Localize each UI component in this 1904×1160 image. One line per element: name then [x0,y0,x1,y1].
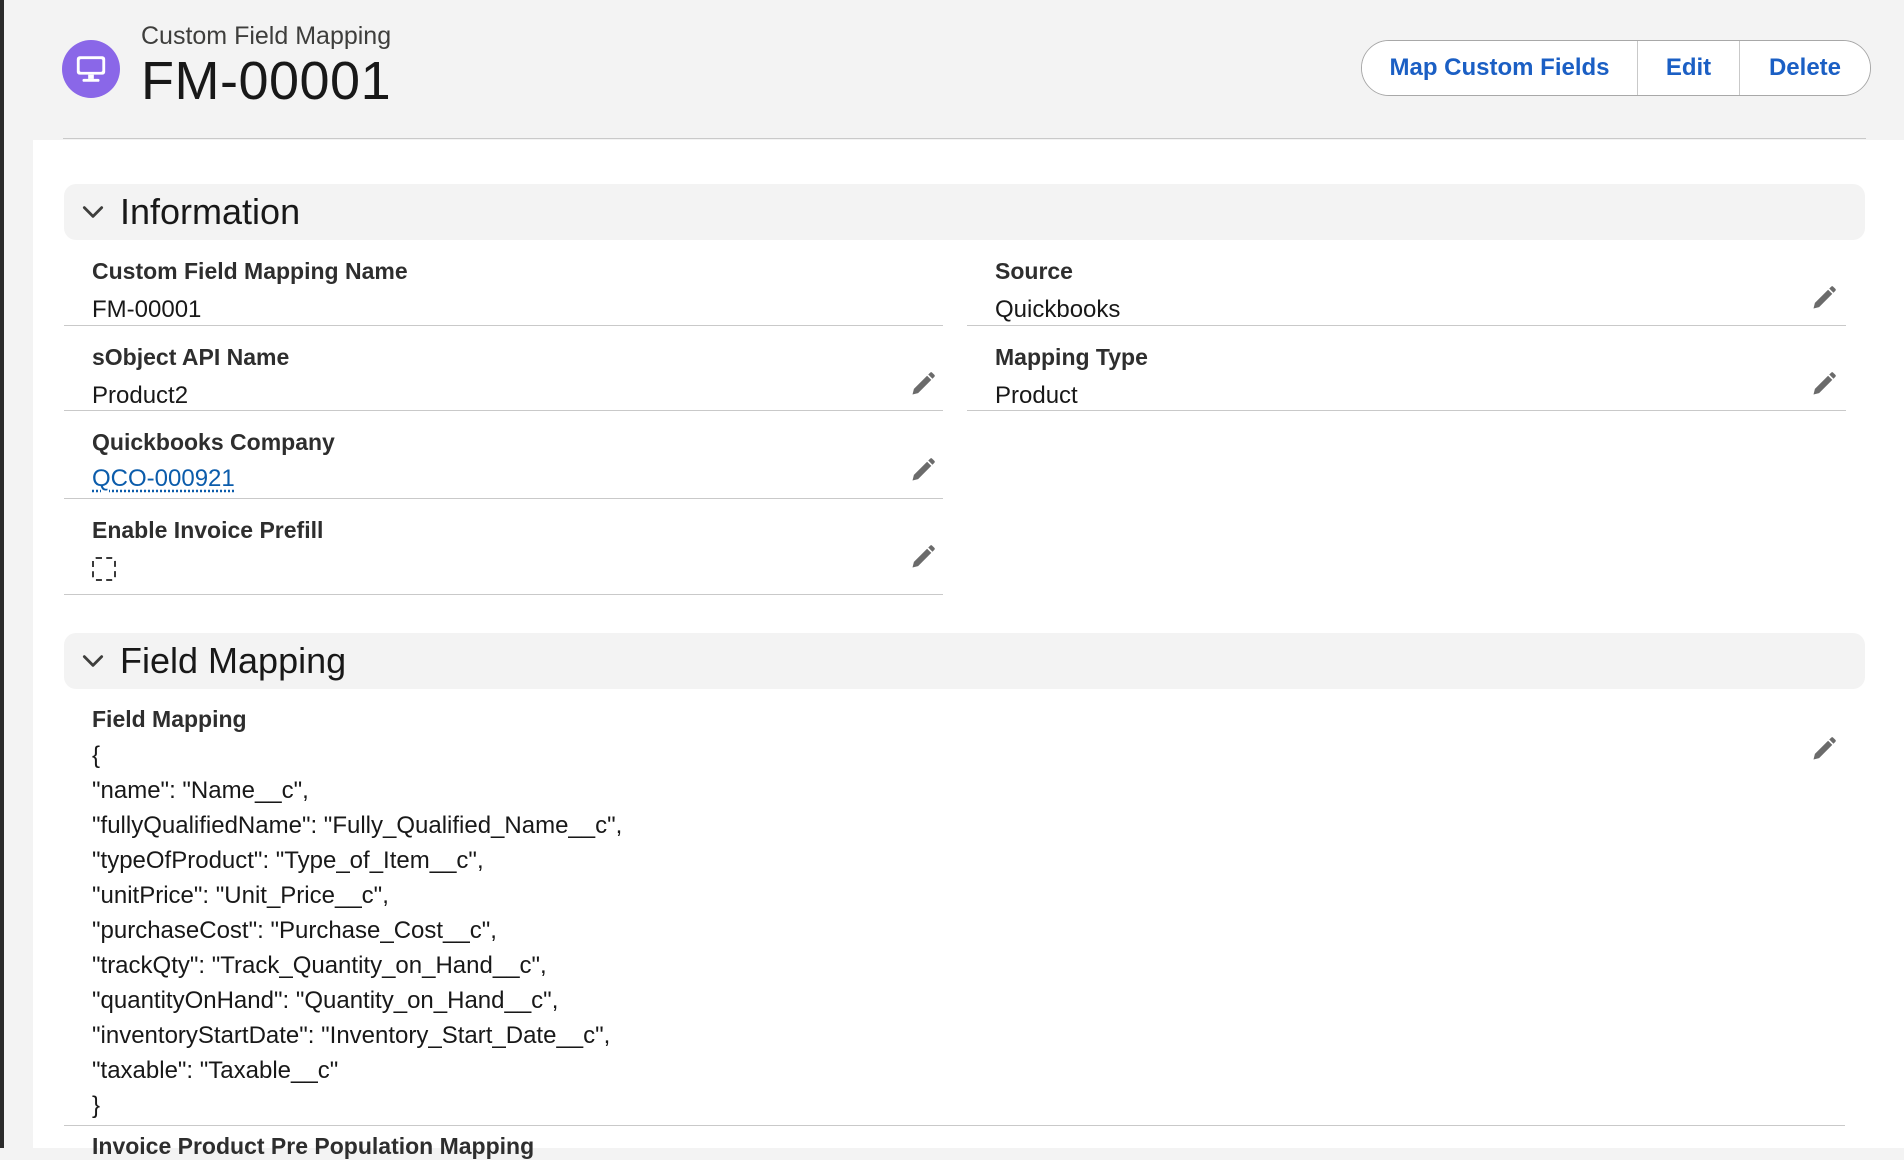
section-header-information[interactable]: Information [64,184,1865,240]
json-line: "name": "Name__c", [92,777,309,804]
field-label: Mapping Type [995,344,1148,370]
json-line: "quantityOnHand": "Quantity_on_Hand__c", [92,987,559,1014]
page-title: FM-00001 [141,51,392,111]
field-mapping-json: { "name": "Name__c", "fullyQualifiedName":… [92,738,622,1123]
json-line: "taxable": "Taxable__c" [92,1057,339,1084]
field-label: sObject API Name [92,344,290,370]
chevron-down-icon [80,648,106,674]
pencil-icon[interactable] [909,370,937,398]
field-source: Source Quickbooks [967,244,1846,326]
divider [63,138,1866,139]
section-title: Information [120,191,301,232]
field-sobject-api-name: sObject API Name Product2 [64,330,943,411]
action-button-group: Map Custom Fields Edit Delete [1361,40,1871,96]
delete-button[interactable]: Delete [1739,41,1870,95]
field-label: Custom Field Mapping Name [92,258,408,284]
quickbooks-company-link[interactable]: QCO-000921 [92,465,235,493]
pencil-icon[interactable] [1810,735,1838,763]
field-value: Product2 [92,382,189,409]
record-type-label: Custom Field Mapping [141,22,392,50]
field-label: Quickbooks Company [92,429,335,455]
field-enable-invoice-prefill: Enable Invoice Prefill [64,503,943,595]
json-line: { [92,742,101,769]
json-line: "unitPrice": "Unit_Price__c", [92,882,389,909]
json-line: "purchaseCost": "Purchase_Cost__c", [92,917,497,944]
field-value: Quickbooks [995,296,1121,323]
json-line: } [92,1092,101,1119]
pencil-icon[interactable] [1810,284,1838,312]
map-custom-fields-button[interactable]: Map Custom Fields [1362,41,1637,95]
section-title: Field Mapping [120,640,347,681]
json-line: "inventoryStartDate": "Inventory_Start_D… [92,1022,611,1049]
desktop-icon [62,40,120,98]
field-label: Source [995,258,1073,284]
field-quickbooks-company: Quickbooks Company QCO-000921 [64,415,943,499]
field-label: Enable Invoice Prefill [92,517,324,543]
record-header: Custom Field Mapping FM-00001 Map Custom… [4,0,1904,140]
pencil-icon[interactable] [909,543,937,571]
json-line: "fullyQualifiedName": "Fully_Qualified_N… [92,812,623,839]
field-mapping-type: Mapping Type Product [967,330,1846,411]
field-custom-field-mapping-name: Custom Field Mapping Name FM-00001 [64,244,943,326]
field-label-invoice-product-prepopulation: Invoice Product Pre Population Mapping [92,1133,535,1159]
json-line: "trackQty": "Track_Quantity_on_Hand__c", [92,952,547,979]
field-value: FM-00001 [92,296,202,323]
pencil-icon[interactable] [1810,370,1838,398]
window-edge [0,0,4,1148]
pencil-icon[interactable] [909,456,937,484]
section-header-field-mapping[interactable]: Field Mapping [64,633,1865,689]
chevron-down-icon [80,199,106,225]
invoice-prefill-checkbox[interactable] [92,557,116,581]
json-line: "typeOfProduct": "Type_of_Item__c", [92,847,484,874]
edit-button[interactable]: Edit [1637,41,1739,95]
field-value: Product [995,382,1078,409]
field-label: Field Mapping [92,706,247,732]
